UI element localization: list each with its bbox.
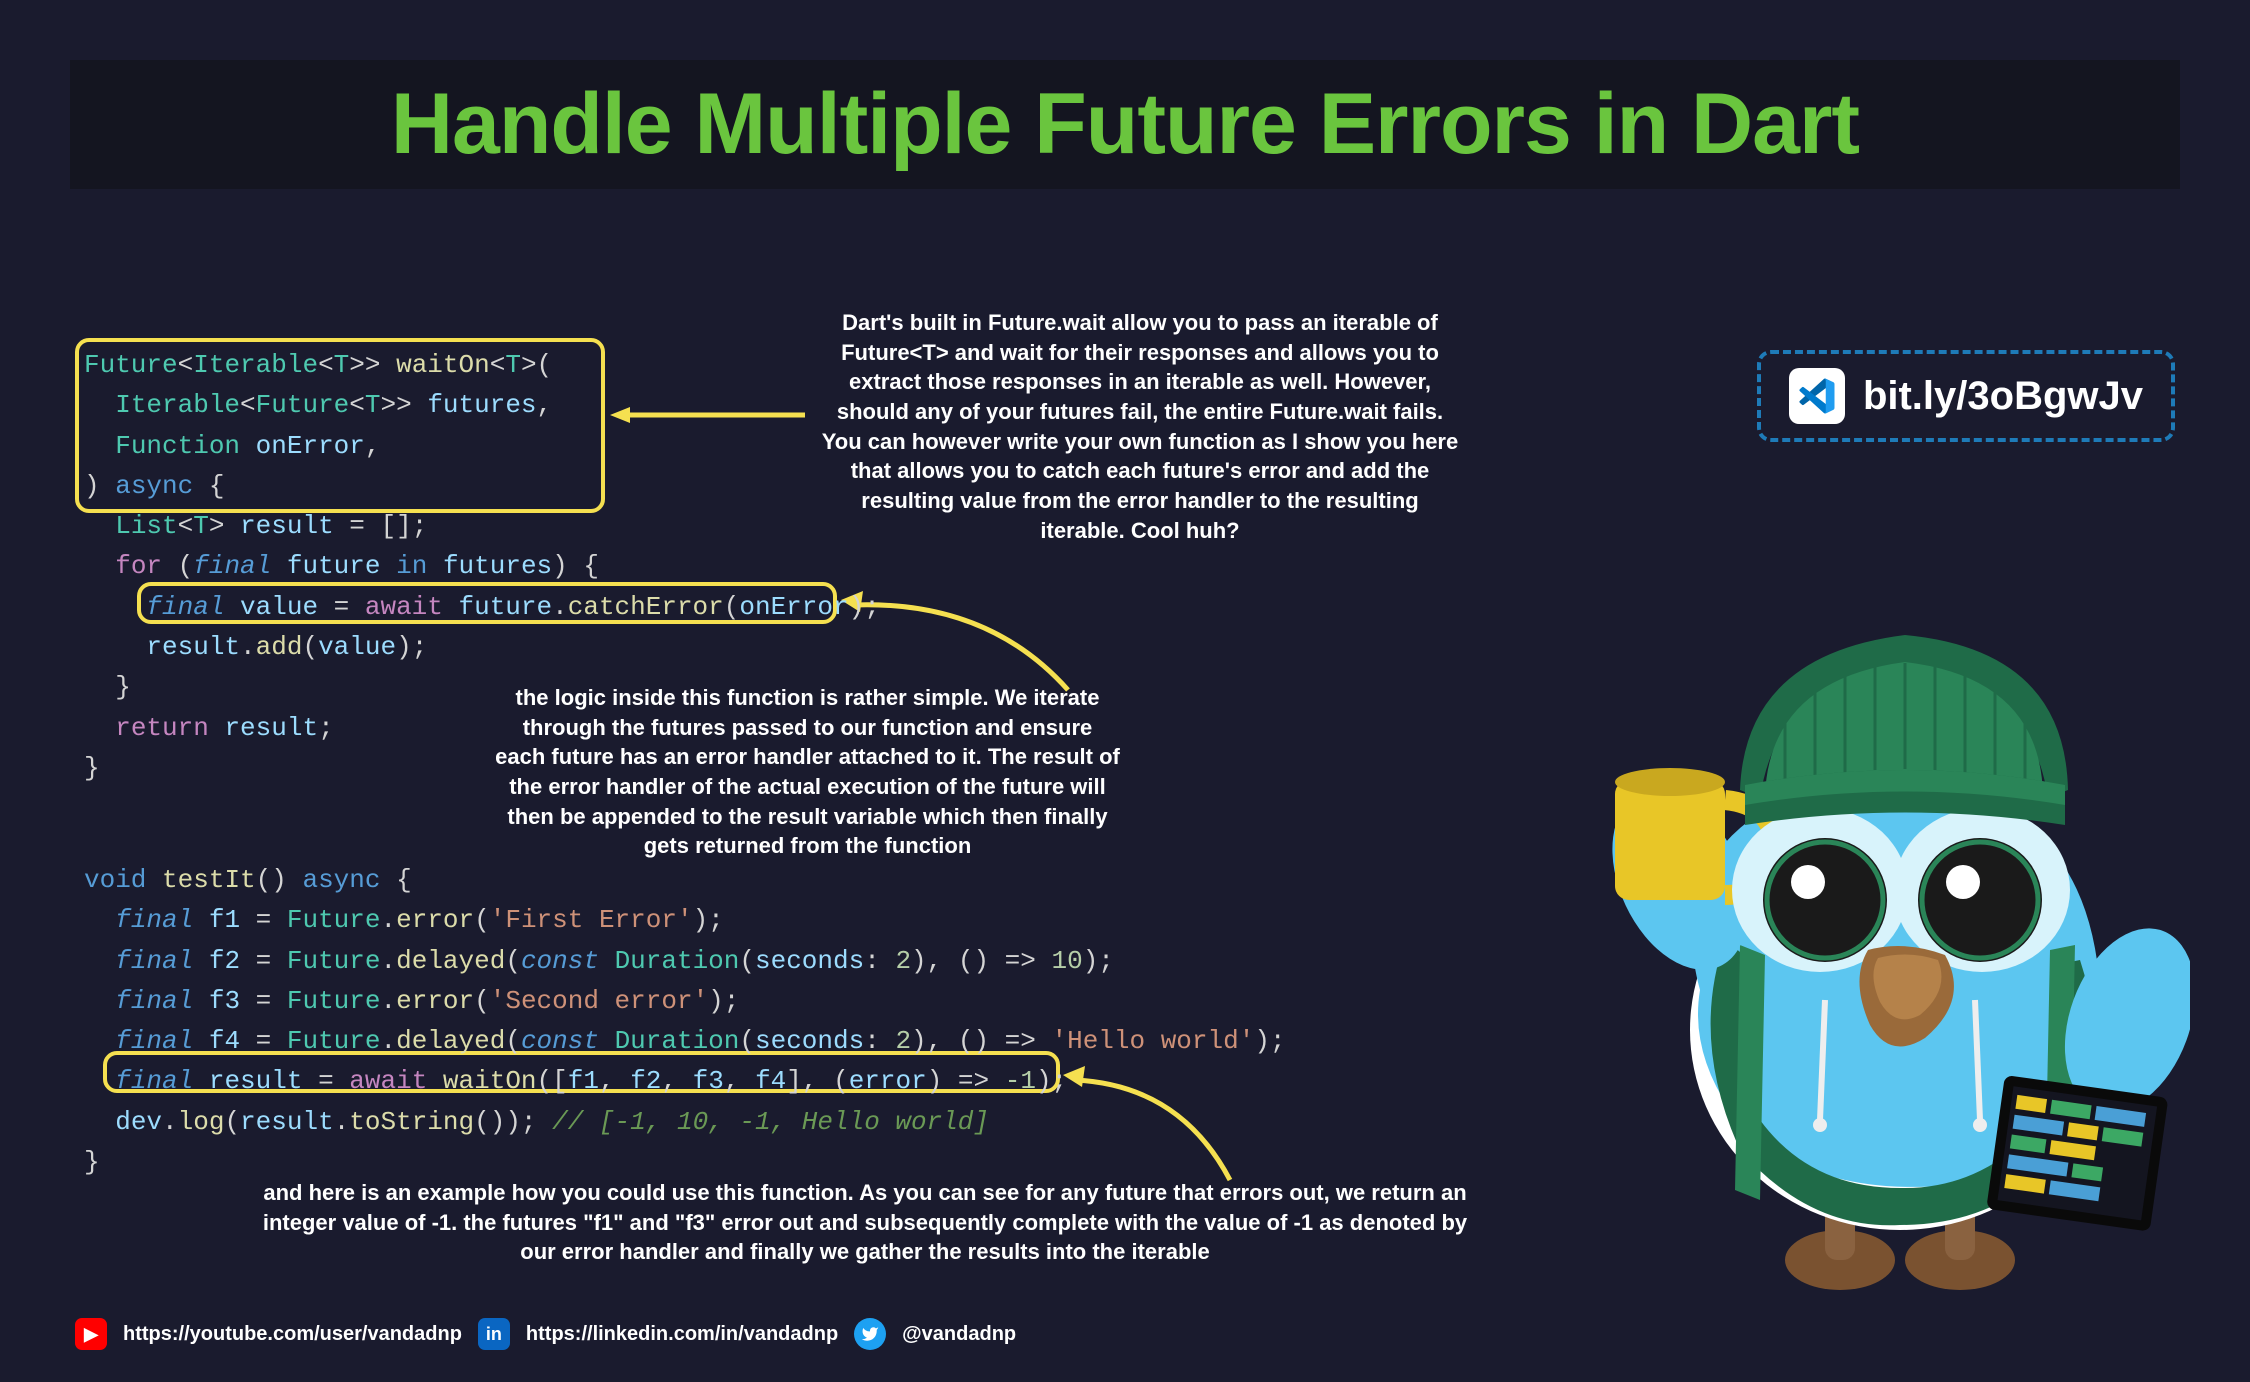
linkedin-link[interactable]: https://linkedin.com/in/vandadnp [526, 1323, 838, 1346]
link-box[interactable]: bit.ly/3oBgwJv [1757, 350, 2175, 442]
youtube-link[interactable]: https://youtube.com/user/vandadnp [123, 1323, 462, 1346]
footer-links: ▶ https://youtube.com/user/vandadnp in h… [75, 1318, 1016, 1350]
twitter-icon[interactable] [854, 1318, 886, 1350]
dash-mascot-icon [1610, 560, 2190, 1310]
vscode-icon [1789, 368, 1845, 424]
linkedin-icon[interactable]: in [478, 1318, 510, 1350]
code-block-waiton: Future<Iterable<T>> waitOn<T>( Iterable<… [84, 345, 880, 788]
link-text: bit.ly/3oBgwJv [1863, 374, 2143, 419]
code-block-testit: void testIt() async { final f1 = Future.… [84, 860, 1286, 1182]
youtube-icon[interactable]: ▶ [75, 1318, 107, 1350]
page-title: Handle Multiple Future Errors in Dart [70, 75, 2180, 174]
title-banner: Handle Multiple Future Errors in Dart [70, 60, 2180, 189]
explanation-top: Dart's built in Future.wait allow you to… [820, 308, 1460, 546]
explanation-bottom: and here is an example how you could use… [250, 1178, 1480, 1267]
twitter-handle[interactable]: @vandadnp [902, 1323, 1016, 1346]
